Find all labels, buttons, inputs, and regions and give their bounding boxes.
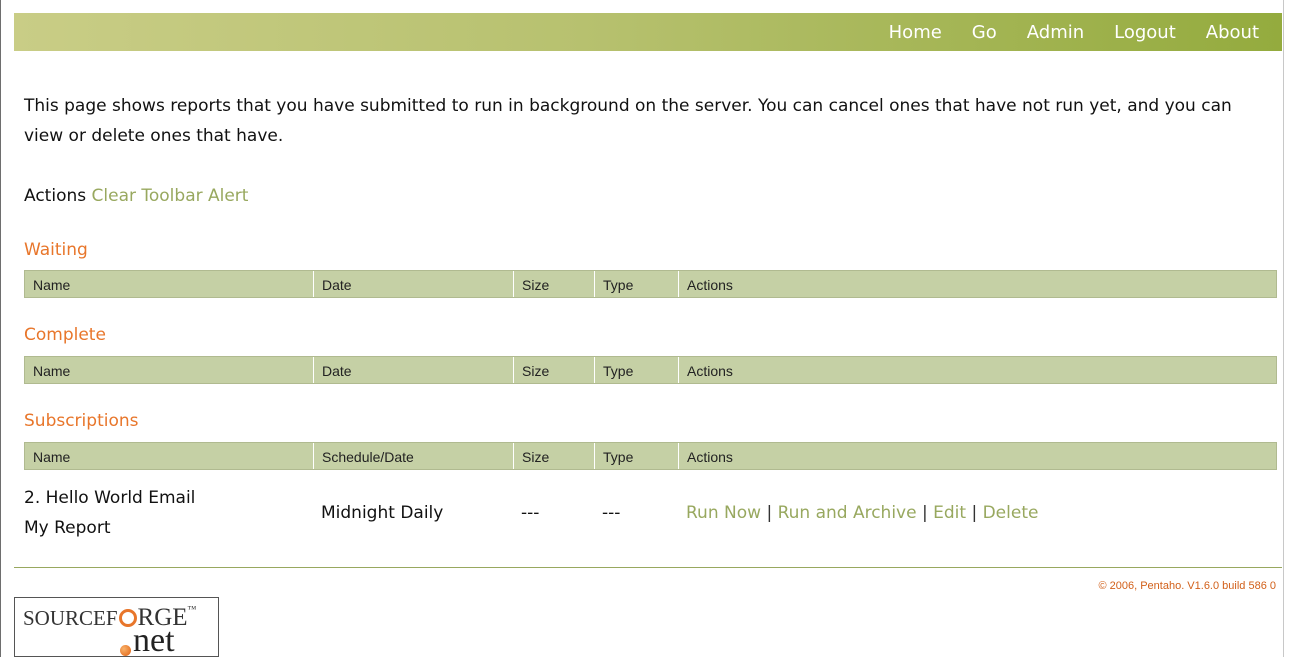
col-name: Name: [25, 271, 314, 297]
action-separator: |: [766, 503, 773, 523]
footer-divider: [14, 567, 1282, 568]
actions-label: Actions: [24, 186, 87, 206]
nav-about[interactable]: About: [1191, 22, 1274, 43]
col-name: Name: [25, 357, 314, 383]
edit-link[interactable]: Edit: [933, 503, 966, 523]
col-size: Size: [514, 443, 595, 469]
col-name: Name: [25, 443, 314, 469]
section-title-subscriptions: Subscriptions: [24, 411, 139, 431]
col-actions: Actions: [687, 449, 733, 465]
sourceforge-logo[interactable]: SOURCEF RGE™ net: [14, 597, 219, 659]
page-frame-right: [1283, 0, 1284, 657]
action-separator: |: [921, 503, 928, 523]
col-date: Date: [314, 271, 514, 297]
subscription-actions: Run Now | Run and Archive | Edit | Delet…: [678, 498, 1277, 528]
subscription-size: ---: [521, 503, 540, 523]
col-actions: Actions: [687, 277, 733, 293]
page-frame-left: [0, 0, 1, 657]
col-schedule-date: Schedule/Date: [314, 443, 514, 469]
action-separator: |: [971, 503, 978, 523]
nav-logout[interactable]: Logout: [1099, 22, 1191, 43]
section-title-complete: Complete: [24, 325, 106, 345]
col-type: Type: [595, 271, 679, 297]
logo-dot-icon: [120, 645, 131, 656]
subscription-name-line2: My Report: [24, 518, 111, 538]
clear-toolbar-alert-link[interactable]: Clear Toolbar Alert: [92, 186, 249, 206]
complete-table-header: Name Date Size Type Actions: [24, 356, 1277, 384]
col-type: Type: [595, 443, 679, 469]
logo-tm: ™: [187, 604, 197, 614]
actions-bar: Actions Clear Toolbar Alert: [24, 186, 248, 206]
subscription-type: ---: [602, 503, 621, 523]
intro-text: This page shows reports that you have su…: [24, 96, 1232, 146]
col-actions: Actions: [687, 363, 733, 379]
subscriptions-table-header: Name Schedule/Date Size Type Actions: [24, 442, 1277, 470]
top-nav-bar: Home Go Admin Logout About: [14, 13, 1282, 51]
waiting-table-header: Name Date Size Type Actions: [24, 270, 1277, 298]
table-row: 2. Hello World Email My Report Midnight …: [24, 482, 1277, 544]
col-size: Size: [514, 271, 595, 297]
logo-text-left: SOURCEF: [23, 606, 118, 630]
section-title-waiting: Waiting: [24, 240, 88, 260]
nav-admin[interactable]: Admin: [1012, 22, 1099, 43]
delete-link[interactable]: Delete: [983, 503, 1039, 523]
col-date: Date: [314, 357, 514, 383]
subscription-schedule: Midnight Daily: [321, 503, 444, 523]
copyright-text: © 2006, Pentaho. V1.6.0 build 586 0: [1098, 580, 1276, 592]
nav-menu: Home Go Admin Logout About: [874, 13, 1274, 51]
nav-home[interactable]: Home: [874, 22, 957, 43]
col-size: Size: [514, 357, 595, 383]
run-now-link[interactable]: Run Now: [686, 503, 761, 523]
subscription-name-line1: 2. Hello World Email: [24, 488, 196, 508]
col-type: Type: [595, 357, 679, 383]
subscription-name: 2. Hello World Email My Report: [24, 483, 313, 543]
nav-go[interactable]: Go: [957, 22, 1012, 43]
run-and-archive-link[interactable]: Run and Archive: [778, 503, 917, 523]
logo-net-text: net: [133, 622, 175, 659]
